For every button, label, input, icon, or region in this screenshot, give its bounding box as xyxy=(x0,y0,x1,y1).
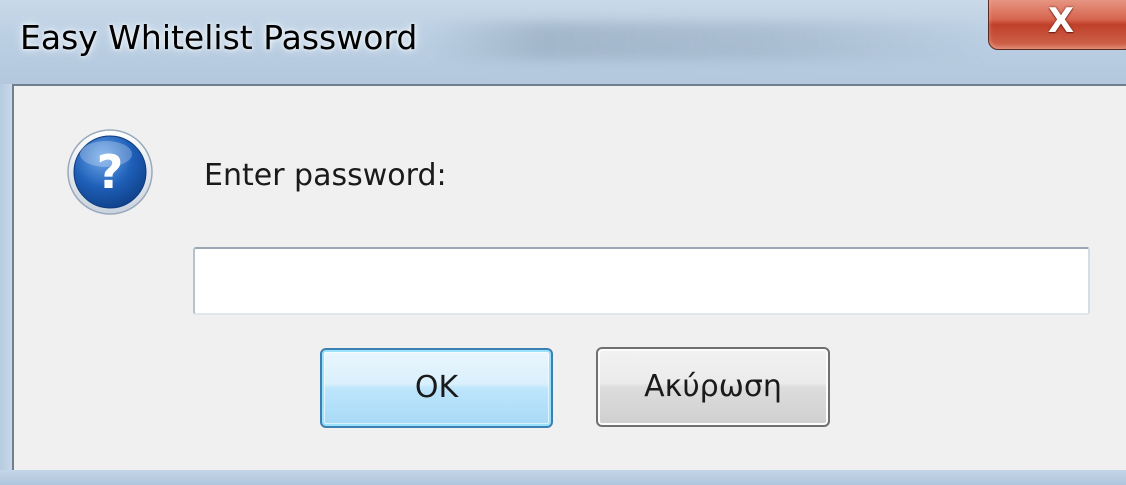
password-input[interactable] xyxy=(193,247,1090,315)
ok-button[interactable]: OK xyxy=(320,348,553,428)
password-dialog-window: Easy Whitelist Password X ? Enter passwo… xyxy=(0,0,1126,485)
svg-text:?: ? xyxy=(97,145,124,199)
title-bar[interactable]: Easy Whitelist Password X xyxy=(0,0,1126,84)
question-icon: ? xyxy=(66,128,154,216)
window-frame-bottom xyxy=(0,470,1126,485)
close-button[interactable]: X xyxy=(988,0,1126,50)
password-prompt-label: Enter password: xyxy=(204,158,447,193)
close-icon: X xyxy=(1047,1,1075,41)
title-bar-background-blur xyxy=(430,22,990,60)
window-frame-left xyxy=(0,84,12,476)
window-title: Easy Whitelist Password xyxy=(20,18,418,57)
cancel-button[interactable]: Ακύρωση xyxy=(596,347,830,427)
